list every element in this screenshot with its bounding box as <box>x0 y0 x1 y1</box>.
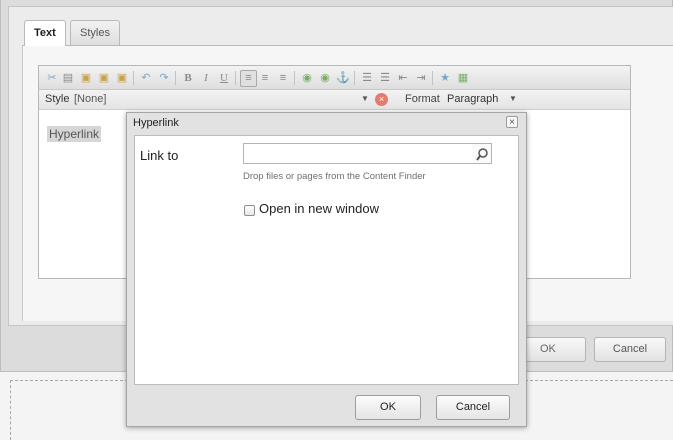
paste-icon[interactable]: ▣ <box>79 71 93 85</box>
search-icon[interactable] <box>472 143 492 164</box>
link-input[interactable] <box>243 143 473 164</box>
dialog-body: Link to Drop files or pages from the Con… <box>134 135 519 385</box>
indent-icon[interactable]: ⇥ <box>414 71 428 85</box>
align-right-icon[interactable]: ≡ <box>276 71 290 85</box>
numbered-list-icon[interactable]: ☰ <box>378 71 392 85</box>
tab-styles[interactable]: Styles <box>70 20 120 45</box>
paste-text-icon[interactable]: ▣ <box>97 71 111 85</box>
open-new-window-label[interactable]: Open in new window <box>259 201 379 216</box>
style-label: Style <box>45 93 70 105</box>
undo-icon[interactable]: ↶ <box>139 71 153 85</box>
link-to-label: Link to <box>140 148 179 163</box>
toolbar-separator <box>235 71 236 85</box>
ok-button[interactable]: OK <box>355 395 421 420</box>
hyperlink-dialog: Hyperlink × Link to Drop files or pages … <box>126 112 527 427</box>
align-left-icon[interactable]: ≡ <box>240 70 257 87</box>
table-icon[interactable]: ▦ <box>456 71 470 85</box>
paste-word-icon[interactable]: ▣ <box>115 71 129 85</box>
link-icon[interactable]: ◉ <box>300 71 314 85</box>
dialog-title: Hyperlink <box>133 117 179 129</box>
close-icon[interactable]: × <box>506 116 518 128</box>
cancel-button[interactable]: Cancel <box>436 395 510 420</box>
chevron-down-icon[interactable]: ▼ <box>361 94 369 103</box>
special-char-icon[interactable]: ★ <box>438 71 452 85</box>
italic-icon[interactable]: I <box>199 71 213 85</box>
style-select[interactable]: [None] <box>74 93 106 105</box>
underline-icon[interactable]: U <box>217 71 231 85</box>
editor-cancel-button[interactable]: Cancel <box>594 337 666 362</box>
copy-icon[interactable]: ▤ <box>61 71 75 85</box>
anchor-icon[interactable]: ⚓ <box>336 71 350 85</box>
toolbar-separator <box>432 71 433 85</box>
toolbar-separator <box>175 71 176 85</box>
format-label: Format <box>405 93 440 105</box>
toolbar-separator <box>354 71 355 85</box>
bullet-list-icon[interactable]: ☰ <box>360 71 374 85</box>
formatting-toolbar: ✂ ▤ ▣ ▣ ▣ ↶ ↷ B I U ≡ ≡ ≡ ◉ ◉ ⚓ ☰ ☰ ⇤ ⇥ … <box>39 66 630 90</box>
redo-icon[interactable]: ↷ <box>157 71 171 85</box>
editor-ok-button[interactable]: OK <box>522 337 586 362</box>
bold-icon[interactable]: B <box>181 71 195 85</box>
toolbar-separator <box>133 71 134 85</box>
align-center-icon[interactable]: ≡ <box>258 71 272 85</box>
style-toolbar: Style [None] ▼ × Format Paragraph ▼ <box>39 90 630 110</box>
selected-text[interactable]: Hyperlink <box>47 126 102 142</box>
format-select[interactable]: Paragraph <box>447 93 498 105</box>
unlink-icon[interactable]: ◉ <box>318 71 332 85</box>
toolbar-separator <box>294 71 295 85</box>
open-new-window-checkbox[interactable] <box>244 205 255 216</box>
remove-style-icon[interactable]: × <box>375 93 388 106</box>
tab-text[interactable]: Text <box>24 20 66 46</box>
drop-hint: Drop files or pages from the Content Fin… <box>243 171 426 182</box>
outdent-icon[interactable]: ⇤ <box>396 71 410 85</box>
cut-icon[interactable]: ✂ <box>45 71 59 85</box>
chevron-down-icon[interactable]: ▼ <box>509 94 517 103</box>
